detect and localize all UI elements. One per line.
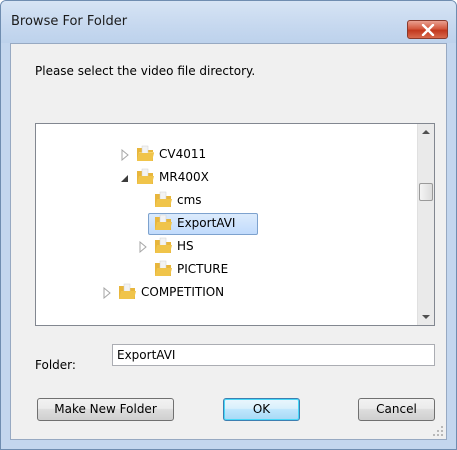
close-icon: [421, 24, 435, 36]
scrollbar-thumb[interactable]: [419, 183, 433, 201]
folder-icon: [155, 260, 172, 276]
folder-field-label: Folder:: [35, 358, 76, 372]
scroll-down-arrow-icon[interactable]: [418, 308, 434, 325]
resize-grip-icon[interactable]: [432, 425, 444, 437]
folder-icon: [137, 145, 154, 161]
tree-item-cv4011[interactable]: CV4011: [36, 144, 406, 166]
tree-item-cms[interactable]: cms: [36, 190, 406, 212]
tree-item-label: ExportAVI: [177, 216, 236, 230]
ok-button[interactable]: OK: [223, 398, 300, 421]
tree-item-exportavi[interactable]: ExportAVI: [36, 213, 406, 235]
expand-arrow-icon[interactable]: [120, 149, 130, 161]
folder-icon: [155, 191, 172, 207]
tree-item-label: MR400X: [159, 170, 209, 184]
folder-icon: [137, 168, 154, 184]
instruction-text: Please select the video file directory.: [35, 64, 256, 78]
folder-name-input[interactable]: [112, 344, 435, 366]
folder-tree[interactable]: CV4011 MR400X cms ExportAVI HS PICTURE C…: [35, 123, 435, 326]
folder-icon: [155, 214, 172, 230]
window-title: Browse For Folder: [11, 14, 128, 29]
close-button[interactable]: [407, 20, 448, 39]
tree-item-competition[interactable]: COMPETITION: [36, 282, 406, 304]
make-new-folder-button[interactable]: Make New Folder: [37, 398, 174, 421]
folder-icon: [119, 283, 136, 299]
tree-item-picture[interactable]: PICTURE: [36, 259, 406, 281]
tree-item-label: PICTURE: [177, 262, 229, 276]
tree-item-label: cms: [177, 193, 202, 207]
dialog-body: Please select the video file directory. …: [10, 43, 447, 440]
tree-item-label: CV4011: [159, 147, 207, 161]
tree-item-mr400x[interactable]: MR400X: [36, 167, 406, 189]
tree-item-label: COMPETITION: [141, 285, 225, 299]
vertical-scrollbar[interactable]: [417, 124, 434, 325]
collapse-arrow-icon[interactable]: [120, 172, 130, 184]
tree-item-hs[interactable]: HS: [36, 236, 406, 258]
scroll-up-arrow-icon[interactable]: [418, 124, 434, 141]
tree-item-label: HS: [177, 239, 194, 253]
expand-arrow-icon[interactable]: [138, 241, 148, 253]
title-bar[interactable]: Browse For Folder: [1, 1, 456, 43]
cancel-button[interactable]: Cancel: [358, 398, 435, 421]
folder-icon: [155, 237, 172, 253]
browse-for-folder-dialog: Browse For Folder Please select the vide…: [0, 0, 457, 450]
expand-arrow-icon[interactable]: [102, 287, 112, 299]
